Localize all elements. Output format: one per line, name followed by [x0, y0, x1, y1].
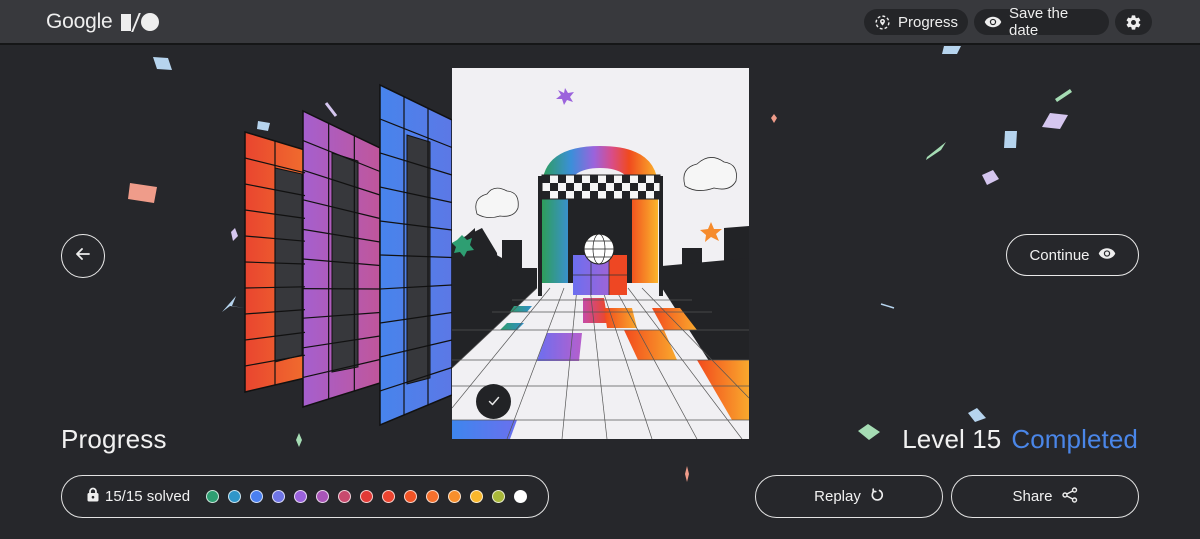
continue-label: Continue: [1029, 246, 1090, 264]
panel-grid-line: [379, 339, 453, 358]
solved-text: 15/15 solved: [105, 488, 191, 505]
panel-grid-line: [302, 169, 381, 196]
level-dot-10[interactable]: [404, 490, 418, 503]
confetti-piece: [296, 433, 302, 447]
level-dot-7[interactable]: [338, 490, 352, 503]
level-panel-blue: [379, 83, 453, 427]
share-label: Share: [1012, 488, 1053, 505]
level-dot-13[interactable]: [470, 490, 484, 503]
panel-grid-line: [302, 311, 381, 319]
panel-grid-line: [302, 258, 381, 267]
solved-progress-bar: 15/15 solved: [61, 475, 549, 518]
confetti-piece: [880, 303, 895, 309]
panel-grid-line: [244, 209, 306, 219]
level-dot-12[interactable]: [448, 490, 462, 503]
level-dot-3[interactable]: [250, 490, 264, 503]
replay-button[interactable]: Replay: [755, 475, 943, 518]
panel-grid-line: [302, 358, 381, 378]
confetti-piece: [231, 228, 238, 241]
save-the-date-label: Save the date: [1009, 5, 1069, 39]
level-dot-4[interactable]: [272, 490, 286, 503]
logo-text: Google: [46, 10, 113, 33]
progress-heading: Progress: [61, 424, 167, 454]
panel-grid-line: [244, 331, 306, 341]
level-dot-9[interactable]: [382, 490, 396, 503]
checkmark-icon: [488, 393, 500, 411]
confetti-piece: [324, 102, 338, 117]
eye-icon: [1098, 247, 1116, 264]
level-dot-14[interactable]: [492, 490, 506, 503]
panel-grid-line: [244, 309, 306, 315]
panel-grid-line: [379, 220, 453, 231]
io-logo-mark: [120, 12, 159, 32]
level-dot-2[interactable]: [228, 490, 242, 503]
completed-check-badge[interactable]: [476, 384, 511, 419]
confetti-piece: [858, 424, 880, 440]
replay-label: Replay: [814, 488, 861, 505]
lock-icon: [87, 487, 99, 506]
level-dot-8[interactable]: [360, 490, 374, 503]
panel-grid-line: [379, 311, 453, 324]
gear-icon: [1125, 14, 1142, 31]
continue-button[interactable]: Continue: [1006, 234, 1139, 276]
confetti-piece: [1042, 113, 1068, 129]
panel-grid-line: [379, 152, 453, 176]
solved-count: 15/15 solved: [87, 487, 190, 506]
level-dot-15[interactable]: [514, 490, 528, 503]
panel-grid-line: [244, 157, 306, 174]
confetti-piece: [771, 114, 777, 123]
arrow-left-icon: [75, 247, 91, 266]
panel-grid-line: [302, 228, 381, 243]
save-the-date-button[interactable]: Save the date: [974, 5, 1109, 39]
share-button[interactable]: Share: [951, 475, 1139, 518]
level-status-heading: Level 15 Completed: [902, 424, 1138, 455]
panel-grid-line: [244, 261, 306, 265]
panel-grid-line: [244, 286, 306, 289]
level-dot-1[interactable]: [206, 490, 220, 503]
level-dot-5[interactable]: [294, 490, 308, 503]
location-pin-icon: [874, 14, 891, 31]
google-io-logo[interactable]: Google: [46, 10, 159, 34]
progress-button[interactable]: Progress: [864, 9, 968, 35]
confetti-piece: [685, 466, 689, 482]
eye-icon: [984, 15, 1002, 29]
share-icon: [1061, 486, 1078, 507]
confetti-piece: [982, 170, 999, 185]
confetti-piece: [942, 46, 961, 54]
panel-grid-line: [244, 183, 306, 197]
back-button[interactable]: [61, 234, 105, 278]
panel-grid-line: [379, 284, 453, 290]
panel-grid-line: [379, 366, 453, 392]
confetti-piece: [128, 183, 157, 203]
settings-button[interactable]: [1115, 9, 1152, 35]
level-label: Level 15: [902, 424, 1002, 454]
panel-grid-line: [379, 118, 453, 149]
panel-grid-line: [302, 335, 381, 349]
level-completed-status: Completed: [1011, 424, 1138, 454]
refresh-icon: [870, 487, 884, 506]
panel-grid-line: [379, 186, 453, 204]
level-dot-6[interactable]: [316, 490, 330, 503]
panel-grid-line: [379, 254, 453, 259]
panel-grid-line: [244, 235, 306, 242]
confetti-piece: [222, 296, 244, 312]
progress-button-label: Progress: [898, 13, 959, 31]
confetti-piece: [926, 142, 946, 160]
top-header: Google Progress Save the date: [0, 0, 1200, 45]
level-panel-red: [244, 130, 306, 393]
level-dot-11[interactable]: [426, 490, 440, 503]
confetti-piece: [968, 408, 986, 422]
confetti-piece: [1004, 131, 1017, 148]
panel-grid-line: [302, 140, 381, 173]
level-panel-purple: [302, 109, 381, 409]
confetti-piece: [1055, 89, 1072, 102]
panel-grid-line: [244, 354, 306, 367]
confetti-piece: [153, 57, 172, 70]
confetti-piece: [257, 121, 270, 131]
level-dots: [206, 490, 528, 503]
panel-grid-line: [302, 199, 381, 220]
